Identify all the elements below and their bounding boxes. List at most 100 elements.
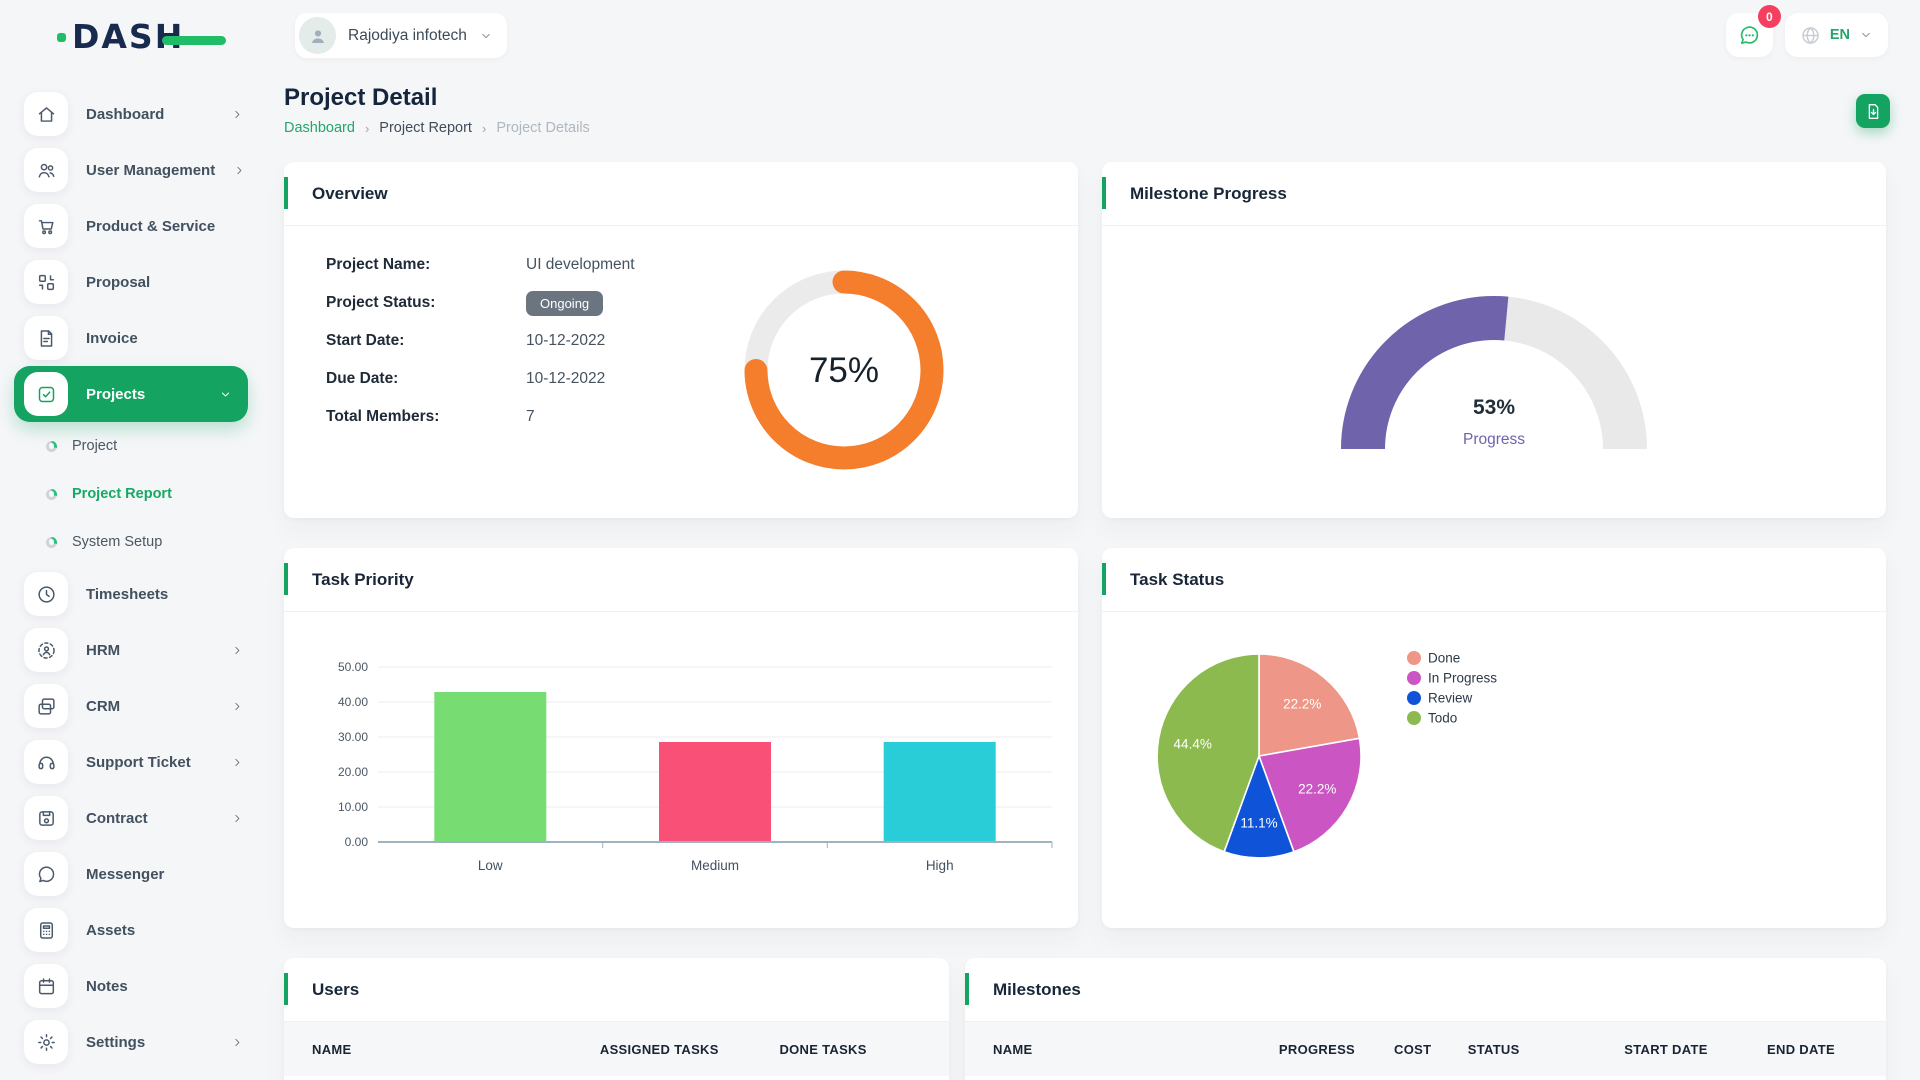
milestones-card: Milestones NAMEPROGRESSCOSTSTATUSSTART D… [965,958,1886,1080]
overview-field-project-status: Project Status:Ongoing [326,284,635,322]
card-title: Users [312,980,359,1000]
icon-tile [24,316,68,360]
bullet-icon [46,489,57,500]
field-label: Total Members: [326,408,526,426]
sidebar-subitem-label: Project [72,438,117,454]
column-header-name: NAME [284,1022,590,1076]
field-label: Start Date: [326,332,526,350]
sidebar-item-assets[interactable]: Assets [14,902,264,958]
overview-fields: Project Name:UI developmentProject Statu… [326,246,635,436]
sidebar-item-invoice[interactable]: Invoice [14,310,264,366]
icon-tile [24,852,68,896]
svg-text:0.00: 0.00 [345,835,369,849]
chevron-right-icon-wrap [231,812,244,825]
task-priority-card: Task Priority 0.0010.0020.0030.0040.0050… [284,548,1078,928]
icon-tile [24,908,68,952]
bar-chart: 0.0010.0020.0030.0040.0050.00LowMediumHi… [290,638,1060,890]
chevron-right-icon [231,1036,244,1049]
proposal-icon [36,272,57,293]
svg-text:Done: Done [1428,651,1460,666]
icon-tile [24,572,68,616]
column-header-status: STATUS [1458,1022,1615,1076]
sidebar-item-label: Contract [86,810,148,827]
chevron-right-icon [231,756,244,769]
sidebar-item-hrm[interactable]: HRM [14,622,264,678]
sidebar-subitem-system-setup[interactable]: System Setup [14,518,264,566]
column-header-assigned-tasks: ASSIGNED TASKS [590,1022,770,1076]
field-label: Project Status: [326,294,526,312]
overview-field-due-date: Due Date:10-12-2022 [326,360,635,398]
icon-tile [24,372,68,416]
field-value: 7 [526,408,535,426]
headset-icon [36,752,57,773]
column-header-end-date: END DATE [1757,1022,1886,1076]
breadcrumb-item-project-report[interactable]: Project Report [379,120,472,136]
status-badge: Ongoing [526,291,603,316]
chevron-right-icon [231,700,244,713]
card-accent [284,563,288,595]
sidebar-item-projects[interactable]: Projects [14,366,248,422]
sidebar-subitem-label: Project Report [72,486,172,502]
sidebar-subitem-label: System Setup [72,534,162,550]
users-table: NAMEASSIGNED TASKSDONE TASKS [284,1022,949,1080]
sidebar-item-proposal[interactable]: Proposal [14,254,264,310]
main-content: Project Detail Dashboard›Project Report›… [284,0,1886,1080]
svg-text:In Progress: In Progress [1428,671,1497,686]
app-logo[interactable]: DASH [72,17,184,56]
card-accent [284,973,288,1005]
sidebar-item-support-ticket[interactable]: Support Ticket [14,734,264,790]
milestone-progress-card: Milestone Progress 53%Progress [1102,162,1886,518]
card-title: Task Priority [312,570,414,590]
sidebar-nav: Dashboard User ManagementProduct & Servic… [0,86,264,1080]
sidebar-item-user-management[interactable]: User Management [14,142,264,198]
sidebar-item-timesheets[interactable]: Timesheets [14,566,264,622]
svg-text:Progress: Progress [1463,431,1525,448]
sidebar-item-notes[interactable]: Notes [14,958,264,1014]
crm-icon [36,696,57,717]
sidebar-item-dashboard[interactable]: Dashboard [14,86,264,142]
svg-text:High: High [926,858,954,873]
sidebar-item-label: Invoice [86,330,138,347]
task-priority-chart: 0.0010.0020.0030.0040.0050.00LowMediumHi… [290,638,1078,895]
sidebar-subitem-project-report[interactable]: Project Report [14,470,264,518]
chevron-right-icon [231,644,244,657]
icon-tile [24,684,68,728]
bullet-icon [46,537,57,548]
breadcrumb-separator: › [365,121,369,136]
sidebar-item-label: Timesheets [86,586,168,603]
chevron-right-icon [231,812,244,825]
logo-accent-bar [162,36,226,45]
column-header-name: NAME [965,1022,1269,1076]
field-label: Project Name: [326,256,526,274]
chevron-right-icon-wrap [231,1036,244,1049]
sidebar-item-messenger[interactable]: Messenger [14,846,264,902]
sidebar-item-contract[interactable]: Contract [14,790,264,846]
card-title: Task Status [1130,570,1224,590]
icon-tile [24,964,68,1008]
icon-tile [24,628,68,672]
svg-text:Low: Low [478,858,503,873]
sidebar-item-label: Notes [86,978,128,995]
sidebar-item-crm[interactable]: CRM [14,678,264,734]
page-title: Project Detail [284,84,1886,112]
sidebar-subitem-project[interactable]: Project [14,422,264,470]
svg-text:11.1%: 11.1% [1240,815,1277,830]
sidebar-item-product-service[interactable]: Product & Service [14,198,264,254]
svg-text:22.2%: 22.2% [1283,696,1321,711]
card-title: Overview [312,184,388,204]
sidebar-item-label: Proposal [86,274,150,291]
export-button[interactable] [1856,94,1890,128]
chevron-right-icon [233,164,246,177]
icon-tile [24,1020,68,1064]
svg-text:10.00: 10.00 [338,800,368,814]
users-card: Users NAMEASSIGNED TASKSDONE TASKS [284,958,949,1080]
chevron-right-icon-wrap [233,164,246,177]
sidebar-item-label: Support Ticket [86,754,191,771]
card-title: Milestones [993,980,1081,1000]
icon-tile [24,740,68,784]
breadcrumb-item-project-details: Project Details [496,120,589,136]
sidebar-item-label: Dashboard [86,106,164,123]
breadcrumb-item-dashboard[interactable]: Dashboard [284,120,355,136]
sidebar-item-settings[interactable]: Settings [14,1014,264,1070]
field-value: 10-12-2022 [526,332,605,350]
